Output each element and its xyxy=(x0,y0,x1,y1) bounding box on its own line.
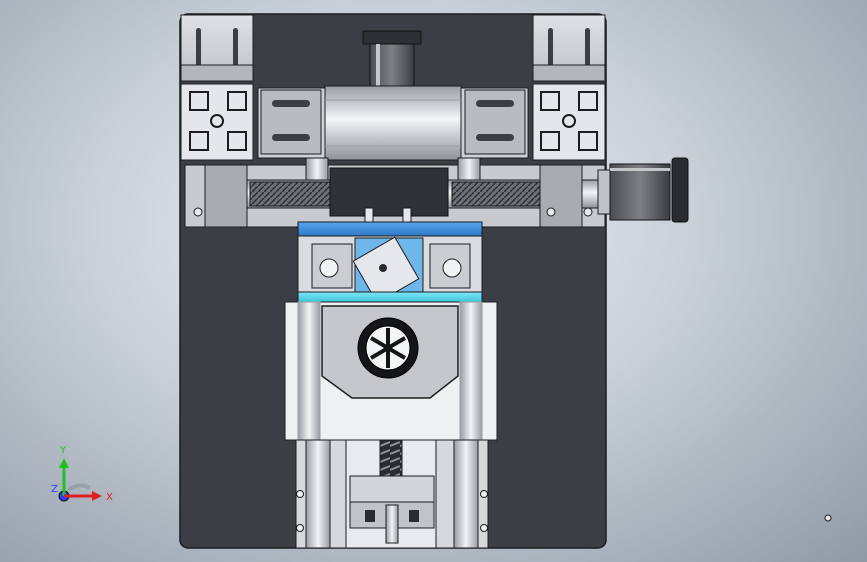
x-axis-arrowhead-icon xyxy=(92,491,102,501)
top-stepper-motor xyxy=(362,30,422,87)
screw-dot xyxy=(824,514,832,522)
left-top-bracket xyxy=(180,14,254,82)
x-axis-label: X xyxy=(106,492,113,503)
right-stepper-motor xyxy=(597,157,689,223)
y-axis-label: Y xyxy=(59,445,67,456)
cyan-bottom-plate xyxy=(297,291,483,303)
blue-top-plate xyxy=(297,221,483,237)
left-extrusion-profile xyxy=(180,83,254,161)
upper-linear-module xyxy=(257,85,529,161)
cad-viewport[interactable] xyxy=(0,0,867,562)
drive-wheel xyxy=(357,317,419,379)
z-axis-label: Z xyxy=(51,484,58,495)
coordinate-triad[interactable]: Y X Z xyxy=(50,440,120,510)
triad-rotation-arc xyxy=(67,483,92,492)
y-axis-arrowhead-icon xyxy=(59,458,69,468)
right-extrusion-profile xyxy=(532,83,606,161)
right-top-bracket xyxy=(532,14,606,82)
compression-spring xyxy=(345,439,437,549)
